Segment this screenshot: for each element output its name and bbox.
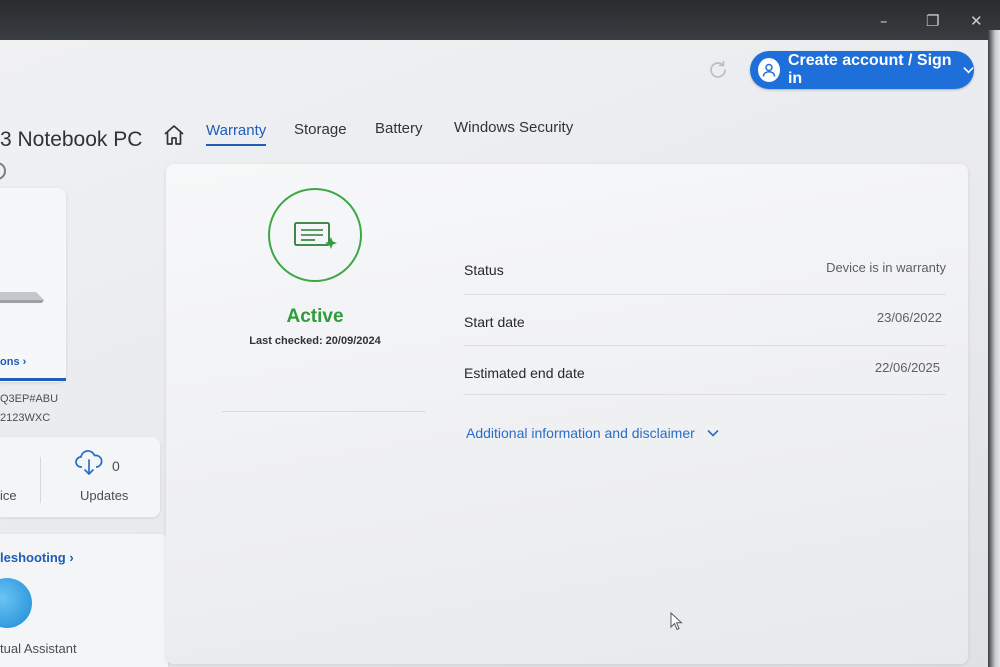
status-label: Status xyxy=(464,262,504,278)
last-checked-text: Last checked: 20/09/2024 xyxy=(249,335,381,347)
divider xyxy=(464,394,946,395)
tab-windows-security[interactable]: Windows Security xyxy=(454,119,573,136)
selected-indicator xyxy=(0,378,66,381)
refresh-icon[interactable] xyxy=(706,58,730,82)
mouse-cursor-icon xyxy=(670,612,683,631)
serial-number: 2123WXC xyxy=(0,412,51,424)
close-icon[interactable]: ✕ xyxy=(970,14,983,29)
stats-card: ice 0 Updates xyxy=(0,437,160,517)
product-number: Q3EP#ABU xyxy=(0,393,59,405)
start-date-label: Start date xyxy=(464,314,525,330)
end-date-value: 22/06/2025 xyxy=(874,360,940,375)
end-date-label: Estimated end date xyxy=(464,365,585,381)
status-value: Device is in warranty xyxy=(826,260,946,275)
divider xyxy=(464,345,946,346)
warranty-card: Active Last checked: 20/09/2024 Status D… xyxy=(166,164,968,664)
screen-bezel xyxy=(988,30,1000,667)
tab-warranty[interactable]: Warranty xyxy=(206,122,267,146)
info-icon[interactable] xyxy=(0,162,6,180)
window-titlebar: – ❐ ✕ xyxy=(0,0,1000,42)
start-date-value: 23/06/2022 xyxy=(876,310,942,325)
create-account-signin-button[interactable]: Create account / Sign in xyxy=(750,51,974,89)
tab-storage[interactable]: Storage xyxy=(294,121,347,138)
laptop-image xyxy=(0,292,44,303)
device-title: 3 Notebook PC xyxy=(0,128,143,151)
maximize-icon[interactable]: ❐ xyxy=(926,14,939,29)
start-date-row: Start date 23/06/2022 xyxy=(464,296,946,348)
cloud-download-icon[interactable] xyxy=(74,447,104,477)
updates-label[interactable]: Updates xyxy=(80,488,128,503)
specifications-link[interactable]: ons › xyxy=(0,356,26,368)
device-card[interactable]: ons › xyxy=(0,188,66,382)
divider xyxy=(40,457,41,503)
minimize-icon[interactable]: – xyxy=(880,14,888,29)
user-icon xyxy=(758,58,780,82)
warranty-status-badge xyxy=(268,188,362,282)
chevron-down-icon xyxy=(707,429,719,437)
warranty-state: Active xyxy=(286,306,344,327)
certificate-icon xyxy=(294,222,337,249)
signin-label: Create account / Sign in xyxy=(787,52,952,87)
divider xyxy=(464,294,946,295)
end-date-row: Estimated end date 22/06/2025 xyxy=(464,348,946,400)
home-icon[interactable] xyxy=(162,123,186,147)
top-bar: Create account / Sign in xyxy=(0,40,990,102)
virtual-assistant-icon[interactable] xyxy=(0,578,32,628)
troubleshooting-link[interactable]: leshooting › xyxy=(0,550,74,565)
disclaimer-label: Additional information and disclaimer xyxy=(466,425,695,441)
divider xyxy=(222,411,426,412)
device-stat-label[interactable]: ice xyxy=(0,488,17,503)
additional-information-disclaimer-link[interactable]: Additional information and disclaimer xyxy=(466,425,719,441)
troubleshooting-card: leshooting › tual Assistant xyxy=(0,534,168,667)
updates-count: 0 xyxy=(112,458,120,474)
app-window: Create account / Sign in 3 Notebook PC W… xyxy=(0,40,990,667)
virtual-assistant-label[interactable]: tual Assistant xyxy=(0,641,77,656)
status-row: Status Device is in warranty xyxy=(464,242,946,294)
chevron-down-icon xyxy=(963,67,974,74)
tab-battery[interactable]: Battery xyxy=(375,120,423,137)
